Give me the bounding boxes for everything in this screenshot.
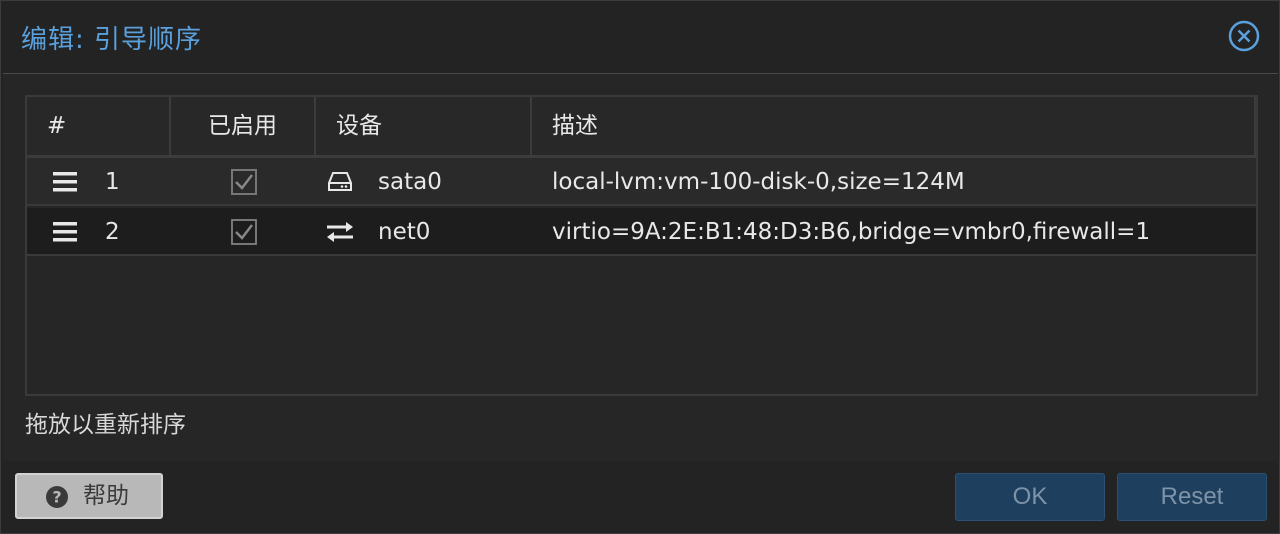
device-description: local-lvm:vm-100-disk-0,size=124M xyxy=(552,169,965,195)
boot-order-grid: # 已启用 设备 描述 1 sata0 local-lvm:vm-100-dis… xyxy=(25,95,1258,396)
column-header-device[interactable]: 设备 xyxy=(316,97,532,155)
device-description: virtio=9A:2E:B1:48:D3:B6,bridge=vmbr0,fi… xyxy=(552,219,1151,245)
help-label: 帮助 xyxy=(83,483,129,509)
grid-row[interactable]: 2 net0 virtio=9A:2E:B1:48:D3:B6,bridge=v… xyxy=(27,208,1256,256)
enabled-checkbox[interactable] xyxy=(231,169,257,199)
ok-button[interactable]: OK xyxy=(955,473,1105,521)
question-circle-icon: ? xyxy=(45,485,69,513)
enabled-checkbox[interactable] xyxy=(231,219,257,249)
boot-order-number: 2 xyxy=(105,219,120,245)
drag-handle-icon[interactable] xyxy=(53,221,77,247)
dialog-titlebar[interactable]: 编辑: 引导顺序 xyxy=(1,1,1279,73)
dialog-title: 编辑: 引导顺序 xyxy=(21,25,203,55)
drag-hint-text: 拖放以重新排序 xyxy=(25,412,186,438)
edit-boot-order-dialog: 编辑: 引导顺序 # 已启用 设备 描述 1 sata0 local-lvm:v… xyxy=(0,0,1280,534)
column-header-description[interactable]: 描述 xyxy=(532,97,1256,155)
reset-button[interactable]: Reset xyxy=(1117,473,1267,521)
column-header-order[interactable]: # xyxy=(27,97,171,155)
network-exchange-icon xyxy=(325,220,355,248)
help-button[interactable]: ? 帮助 xyxy=(15,473,163,519)
hard-disk-icon xyxy=(327,171,353,197)
boot-order-number: 1 xyxy=(105,169,120,195)
svg-text:?: ? xyxy=(52,488,61,507)
device-name: net0 xyxy=(378,219,431,245)
device-name: sata0 xyxy=(378,169,442,195)
grid-row[interactable]: 1 sata0 local-lvm:vm-100-disk-0,size=124… xyxy=(27,158,1256,206)
dialog-body: # 已启用 设备 描述 1 sata0 local-lvm:vm-100-dis… xyxy=(3,73,1278,462)
close-icon[interactable] xyxy=(1228,20,1260,52)
grid-header: # 已启用 设备 描述 xyxy=(27,97,1256,158)
drag-handle-icon[interactable] xyxy=(53,171,77,197)
column-header-enabled[interactable]: 已启用 xyxy=(171,97,316,155)
